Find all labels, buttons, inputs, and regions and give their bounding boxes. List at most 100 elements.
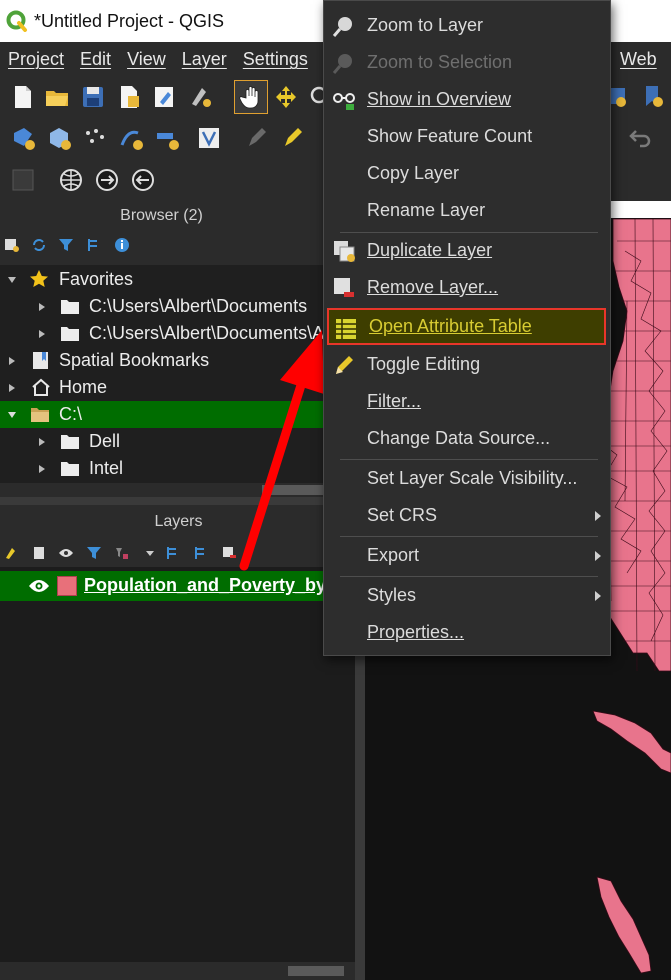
- pan-to-selection-icon[interactable]: [273, 84, 299, 110]
- tree-item-documents-a[interactable]: C:\Users\Albert\Documents\A: [0, 320, 323, 347]
- save-as-icon[interactable]: [116, 84, 142, 110]
- expand-arrow-icon[interactable]: [7, 410, 17, 420]
- menu-item-label: Duplicate Layer: [367, 240, 493, 260]
- collapse-all-icon[interactable]: [86, 237, 102, 253]
- menu-item-styles[interactable]: Styles: [324, 577, 610, 614]
- pan-tool-active-frame[interactable]: [234, 80, 268, 114]
- menu-project[interactable]: Project: [0, 49, 72, 70]
- style-manager-icon[interactable]: [188, 84, 214, 110]
- menu-item-export[interactable]: Export: [324, 537, 610, 574]
- globe-forward-icon[interactable]: [94, 167, 120, 193]
- browser-toolbar: [0, 231, 323, 259]
- visibility-eye-icon[interactable]: [28, 578, 50, 594]
- menu-item-zoom-to-layer[interactable]: Zoom to Layer: [324, 7, 610, 44]
- menu-web[interactable]: Web: [612, 49, 665, 70]
- tree-item-favorites[interactable]: Favorites: [0, 266, 323, 293]
- filter-legend-icon[interactable]: [86, 545, 102, 561]
- add-selected-layers-icon[interactable]: [4, 237, 20, 253]
- menu-edit[interactable]: Edit: [72, 49, 119, 70]
- menu-item-open-attribute-table[interactable]: Open Attribute Table: [327, 308, 606, 345]
- tree-item-home[interactable]: Home: [0, 374, 323, 401]
- tree-label: C:\Users\Albert\Documents: [89, 296, 308, 316]
- data-source-manager-icon[interactable]: [196, 125, 222, 151]
- info-icon[interactable]: [114, 237, 130, 253]
- menu-settings[interactable]: Settings: [235, 49, 316, 70]
- new-shapefile-icon[interactable]: [10, 125, 36, 151]
- collapsed-arrow-icon[interactable]: [7, 356, 17, 366]
- browser-horizontal-scrollbar[interactable]: [0, 483, 323, 497]
- expand-all-icon[interactable]: [165, 545, 181, 561]
- raster-tool-disabled-icon[interactable]: [10, 167, 36, 193]
- toggle-editing-pencil-icon[interactable]: [280, 125, 306, 151]
- digitize-line-icon[interactable]: [118, 125, 144, 151]
- edit-pencil-disabled-icon[interactable]: [244, 125, 270, 151]
- filter-expression-icon[interactable]: [114, 545, 130, 561]
- layer-color-swatch: [57, 576, 77, 596]
- open-project-icon[interactable]: [44, 84, 70, 110]
- remove-layer-icon: [334, 278, 354, 297]
- layer-item[interactable]: Population_and_Poverty_by_: [0, 571, 336, 601]
- menu-item-filter[interactable]: Filter...: [324, 383, 610, 420]
- tree-label: Dell: [89, 431, 121, 451]
- layers-panel-title: Layers: [154, 513, 203, 530]
- menu-item-rename-layer[interactable]: Rename Layer: [324, 192, 610, 229]
- menu-item-toggle-editing[interactable]: Toggle Editing: [324, 346, 610, 383]
- new-project-icon[interactable]: [10, 84, 36, 110]
- scrollbar-thumb[interactable]: [288, 966, 344, 976]
- tree-item-intel[interactable]: Intel: [0, 455, 323, 482]
- tree-item-c-drive[interactable]: C:\: [0, 401, 323, 428]
- print-layout-icon[interactable]: [152, 84, 178, 110]
- tree-label: Favorites: [59, 269, 134, 289]
- collapsed-arrow-icon[interactable]: [37, 437, 47, 447]
- menu-item-properties[interactable]: Properties...: [324, 614, 610, 651]
- add-group-icon[interactable]: [31, 545, 47, 561]
- collapsed-arrow-icon[interactable]: [37, 302, 47, 312]
- menu-item-duplicate-layer[interactable]: Duplicate Layer: [324, 232, 610, 269]
- menu-item-show-in-overview[interactable]: Show in Overview: [324, 81, 610, 118]
- scrollbar-thumb[interactable]: [262, 485, 323, 495]
- collapsed-arrow-icon[interactable]: [37, 464, 47, 474]
- menu-item-label: Set CRS: [367, 505, 438, 525]
- save-project-icon[interactable]: [80, 84, 106, 110]
- manage-visibility-eye-icon[interactable]: [58, 545, 74, 561]
- globe-icon[interactable]: [58, 167, 84, 193]
- tree-item-documents[interactable]: C:\Users\Albert\Documents: [0, 293, 323, 320]
- bookmark-tool-icon[interactable]: [640, 84, 666, 110]
- new-geopackage-icon[interactable]: [46, 125, 72, 151]
- layers-horizontal-scrollbar[interactable]: [0, 962, 355, 980]
- undo-icon[interactable]: [628, 125, 654, 151]
- filter-icon[interactable]: [58, 237, 74, 253]
- menu-view[interactable]: View: [119, 49, 174, 70]
- menu-item-label: Copy Layer: [367, 163, 460, 183]
- tree-label: C:\: [59, 404, 83, 424]
- tree-item-spatial-bookmarks[interactable]: Spatial Bookmarks: [0, 347, 323, 374]
- menu-item-zoom-to-selection[interactable]: Zoom to Selection: [324, 44, 610, 81]
- panel-splitter[interactable]: [0, 497, 355, 505]
- expand-arrow-icon[interactable]: [7, 275, 17, 285]
- collapsed-arrow-icon[interactable]: [7, 383, 17, 393]
- menu-item-label: Open Attribute Table: [369, 316, 532, 336]
- new-virtual-layer-icon[interactable]: [154, 125, 180, 151]
- remove-layer-icon[interactable]: [221, 545, 237, 561]
- menu-item-show-feature-count[interactable]: Show Feature Count: [324, 118, 610, 155]
- globe-back-icon[interactable]: [130, 167, 156, 193]
- tree-item-dell[interactable]: Dell: [0, 428, 323, 455]
- menu-item-change-data-source[interactable]: Change Data Source...: [324, 420, 610, 457]
- menu-item-set-layer-scale-visibility[interactable]: Set Layer Scale Visibility...: [324, 460, 610, 497]
- dropdown-arrow-icon[interactable]: [142, 545, 158, 561]
- style-panel-icon[interactable]: [4, 545, 20, 561]
- duplicate-layer-icon: [334, 241, 355, 262]
- layers-panel: Layers Population_and_Poverty_by_: [0, 505, 357, 980]
- digitize-points-icon[interactable]: [82, 125, 108, 151]
- refresh-icon[interactable]: [31, 237, 47, 253]
- star-icon: [30, 270, 48, 287]
- menu-item-set-crs[interactable]: Set CRS: [324, 497, 610, 534]
- collapse-all-icon[interactable]: [193, 545, 209, 561]
- menu-item-copy-layer[interactable]: Copy Layer: [324, 155, 610, 192]
- menu-item-remove-layer[interactable]: Remove Layer...: [324, 269, 610, 306]
- folder-open-icon: [31, 408, 49, 422]
- folder-icon: [61, 327, 79, 341]
- collapsed-arrow-icon[interactable]: [37, 329, 47, 339]
- menu-layer[interactable]: Layer: [174, 49, 235, 70]
- browser-tree: Favorites C:\Users\Albert\Documents C:\U…: [0, 265, 323, 485]
